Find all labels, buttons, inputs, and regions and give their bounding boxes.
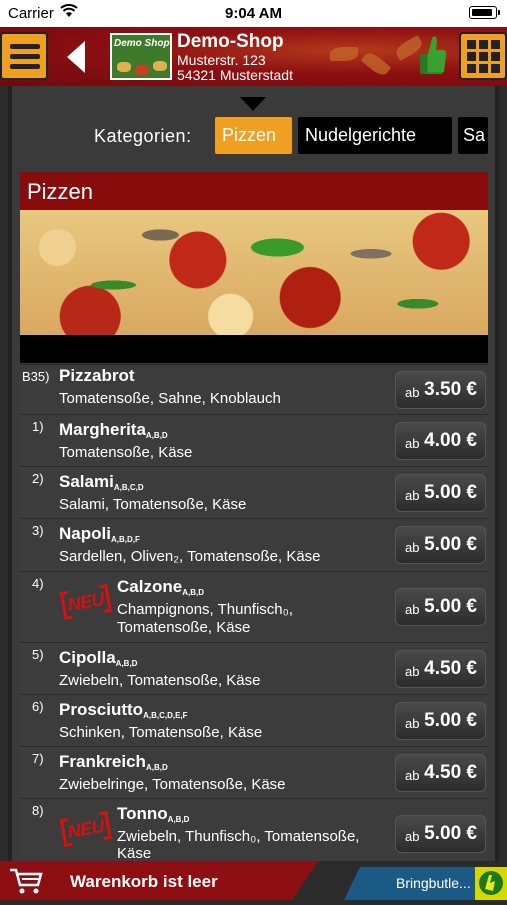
price-button[interactable]: ab 5.00 € [395, 588, 486, 626]
cart-status: Warenkorb ist leer [70, 872, 218, 891]
item-name: NapoliA,B,D,F [59, 524, 140, 544]
item-name: CalzoneA,B,D [117, 577, 204, 597]
new-badge: NEU [60, 811, 112, 849]
item-description: Zwiebeln, Tomatensoße, Käse [59, 672, 261, 689]
grid-menu-button[interactable] [459, 32, 507, 80]
item-name: Pizzabrot [59, 366, 135, 385]
item-name: TonnoA,B,D [117, 804, 190, 824]
price-button[interactable]: ab 5.00 € [395, 526, 486, 564]
brand-logo-icon [475, 867, 507, 900]
item-description: Schinken, Tomatensoße, Käse [59, 724, 263, 741]
item-description: Sardellen, Oliven₂, Tomatensoße, Käse [59, 548, 321, 565]
back-arrow-icon[interactable] [63, 39, 89, 75]
tab-pizzen[interactable]: Pizzen [215, 117, 292, 154]
cart-bar[interactable]: Warenkorb ist leer [0, 861, 318, 900]
item-name: SalamiA,B,C,D [59, 472, 144, 492]
item-description: Tomatensoße, Käse [117, 619, 251, 636]
thumbs-up-icon [420, 36, 447, 74]
brand-text: Bringbutle... [396, 875, 471, 891]
menu-item[interactable]: 1) MargheritaA,B,D Tomatensoße, Käse ab … [20, 414, 488, 466]
banner-divider [20, 335, 488, 363]
item-description: Tomatensoße, Sahne, Knoblauch [59, 390, 281, 407]
shop-name: Demo-Shop [177, 31, 284, 52]
item-description: Zwiebeln, Thunfisch₀, Tomatensoße, [117, 828, 360, 845]
item-name: FrankreichA,B,D [59, 752, 168, 772]
price-button[interactable]: ab 3.50 € [395, 371, 486, 409]
item-description: Salami, Tomatensoße, Käse [59, 496, 247, 513]
item-description: Tomatensoße, Käse [59, 444, 193, 461]
category-pointer-icon [240, 97, 266, 111]
item-name: ProsciuttoA,B,C,D,E,F [59, 700, 188, 720]
brand-link[interactable]: Bringbutle... [344, 867, 507, 900]
item-name: MargheritaA,B,D [59, 420, 168, 440]
new-badge: NEU [60, 584, 112, 622]
tab-nudelgerichte[interactable]: Nudelgerichte [298, 117, 452, 154]
price-button[interactable]: ab 5.00 € [395, 815, 486, 853]
tab-salate[interactable]: Sa [458, 117, 488, 154]
shop-address-city: 54321 Musterstadt [177, 67, 293, 83]
menu-item[interactable]: 4) NEU CalzoneA,B,D Champignons, Thunfis… [20, 571, 488, 642]
menu-button[interactable] [0, 32, 48, 80]
item-description: Zwiebelringe, Tomatensoße, Käse [59, 776, 286, 793]
app-header: Demo Shop Demo-Shop Musterstr. 123 54321… [0, 27, 507, 86]
price-button[interactable]: ab 5.00 € [395, 702, 486, 740]
price-button[interactable]: ab 4.50 € [395, 650, 486, 688]
item-description: Champignons, Thunfisch₀, [117, 601, 294, 618]
menu-item[interactable]: 7) FrankreichA,B,D Zwiebelringe, Tomaten… [20, 746, 488, 798]
clock: 9:04 AM [225, 5, 282, 22]
shop-logo: Demo Shop [110, 33, 172, 80]
menu-item[interactable]: 5) CipollaA,B,D Zwiebeln, Tomatensoße, K… [20, 642, 488, 694]
item-name: CipollaA,B,D [59, 648, 138, 668]
menu-item[interactable]: 6) ProsciuttoA,B,C,D,E,F Schinken, Tomat… [20, 694, 488, 746]
categories-label: Kategorien: [94, 126, 192, 146]
menu-item[interactable]: B35) Pizzabrot Tomatensoße, Sahne, Knobl… [20, 364, 488, 414]
section-title: Pizzen [20, 172, 488, 210]
shopping-cart-icon [10, 868, 43, 894]
pizza-banner-image [20, 210, 488, 335]
price-button[interactable]: ab 4.00 € [395, 422, 486, 460]
menu-item[interactable]: 8) NEU TonnoA,B,D Zwiebeln, Thunfisch₀, … [20, 798, 488, 862]
price-button[interactable]: ab 5.00 € [395, 474, 486, 512]
menu-item[interactable]: 2) SalamiA,B,C,D Salami, Tomatensoße, Kä… [20, 466, 488, 518]
battery-icon [469, 6, 500, 19]
status-bar: Carrier 9:04 AM [0, 0, 507, 27]
price-button[interactable]: ab 4.50 € [395, 754, 486, 792]
menu-item[interactable]: 3) NapoliA,B,D,F Sardellen, Oliven₂, Tom… [20, 518, 488, 571]
shop-address-street: Musterstr. 123 [177, 52, 266, 68]
